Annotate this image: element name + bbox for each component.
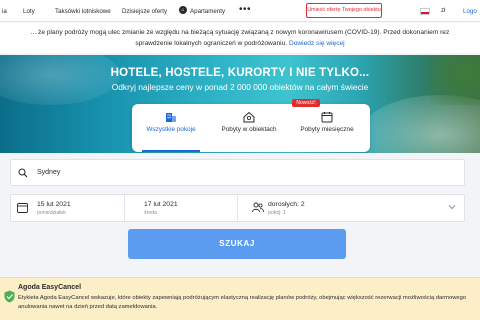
chevron-down-icon [448, 205, 456, 210]
nav-item-flights[interactable]: Loty [23, 8, 35, 15]
notice-line-1: ... że plany podróży mogą ulec zmianie z… [30, 29, 450, 36]
calendar-icon [321, 112, 333, 123]
dates-guests-row: 15 lut 2021 poniedziałek 17 lut 2021 śro… [10, 194, 465, 222]
checkout-date: 17 lut 2021 [144, 201, 178, 208]
nav-item-apartments[interactable]: Apartamenty [190, 8, 225, 15]
tab-label: Wszystkie pokoje [146, 126, 196, 133]
poland-flag-icon[interactable] [420, 8, 430, 15]
guests-field[interactable]: dorosłych: 2 pokój: 1 [246, 195, 464, 221]
easycancel-shield-icon [4, 290, 15, 303]
tab-monthly-stays[interactable]: Pobyty miesięczne [292, 104, 362, 152]
top-nav: ia Loty Taksówki lotniskowe Dzisiejsze o… [0, 0, 480, 22]
notice-line-2: sprawdzenie lokalnych ograniczeń w podró… [0, 38, 480, 49]
tab-home-stays[interactable]: Pobyty w obiektach [216, 104, 282, 152]
checkin-day: poniedziałek [37, 210, 66, 216]
divider [237, 195, 238, 221]
easycancel-title: Agoda EasyCancel [18, 284, 82, 291]
tab-label: Pobyty w obiektach [221, 126, 277, 133]
hero-decoration [430, 55, 480, 105]
hero-title: HOTELE, HOSTELE, KURORTY I NIE TYLKO... [110, 67, 370, 79]
search-button[interactable]: SZUKAJ [128, 229, 346, 259]
search-icon [18, 168, 28, 178]
hero-decoration [0, 55, 120, 105]
building-icon [166, 113, 176, 122]
destination-field[interactable]: Sydney [10, 159, 465, 186]
tab-all-rooms[interactable]: Wszystkie pokoje [136, 104, 206, 152]
new-badge: Nowość! [292, 99, 320, 107]
learn-more-link[interactable]: Dowiedz się więcej [289, 40, 345, 47]
checkout-day: środa [144, 210, 157, 216]
currency-selector[interactable]: zł [441, 8, 445, 14]
calendar-icon [17, 203, 28, 213]
login-link[interactable]: Logo [463, 8, 477, 15]
accommodation-tabs: Wszystkie pokoje Pobyty w obiektach Poby… [132, 104, 370, 152]
guests-rooms: pokój: 1 [268, 210, 287, 216]
nav-item-airport-taxi[interactable]: Taksówki lotniskowe [55, 8, 111, 15]
hero-subtitle: Odkryj najlepsze ceny w ponad 2 000 000 … [111, 82, 369, 92]
active-tab-indicator [142, 150, 200, 152]
guests-icon [252, 202, 264, 213]
guests-adults: dorosłych: 2 [268, 201, 305, 208]
more-menu-icon[interactable]: ••• [239, 4, 251, 15]
checkin-date: 15 lut 2021 [37, 201, 71, 208]
easycancel-description: Etykieta Agoda EasyCancel wskazuje, któr… [18, 295, 467, 310]
destination-value: Sydney [37, 169, 61, 176]
checkin-date-field[interactable]: 15 lut 2021 poniedziałek [11, 195, 124, 221]
tab-label: Pobyty miesięczne [300, 126, 354, 133]
nav-item-deals[interactable]: Dzisiejsze oferty [122, 8, 167, 15]
easycancel-banner: Agoda EasyCancel Etykieta Agoda EasyCanc… [0, 277, 480, 320]
home-icon [243, 111, 255, 123]
notice-text: sprawdzenie lokalnych ograniczeń w podró… [135, 40, 288, 47]
checkout-date-field[interactable]: 17 lut 2021 środa [124, 195, 237, 221]
nav-item-fragment[interactable]: ia [2, 8, 7, 15]
list-property-button[interactable]: Umieść ofertę Twojego obiektu [306, 3, 382, 18]
covid-notice: ... że plany podróży mogą ulec zmianie z… [0, 23, 480, 53]
apartments-icon: ⌂ [179, 6, 187, 14]
